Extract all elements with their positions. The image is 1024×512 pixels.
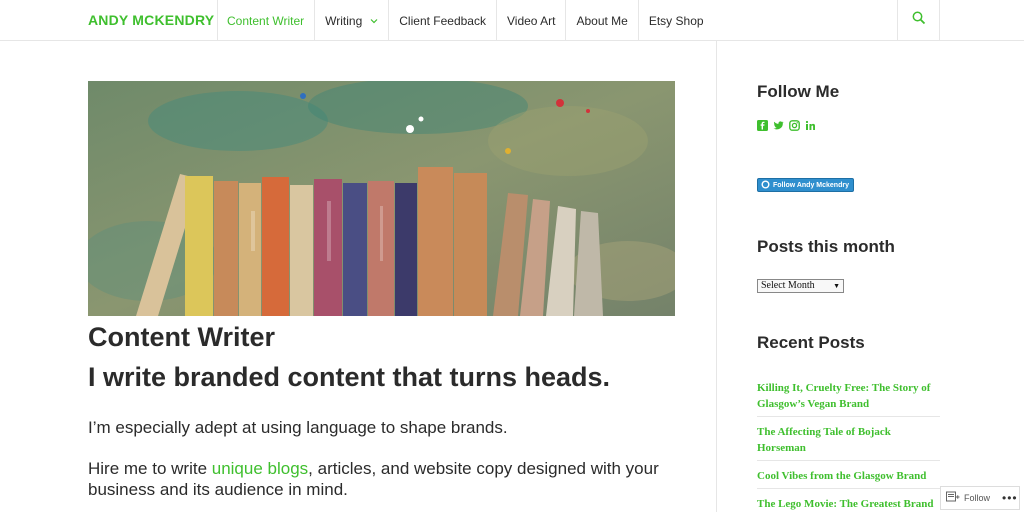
nav-item-content-writer[interactable]: Content Writer bbox=[217, 0, 316, 41]
page-title: Content Writer bbox=[88, 322, 275, 352]
follow-blog-button[interactable]: Follow Andy Mckendry bbox=[757, 178, 854, 192]
intro-paragraph: I’m especially adept at using language t… bbox=[88, 418, 508, 437]
more-options-icon[interactable]: ••• bbox=[1002, 491, 1018, 505]
hire-paragraph: Hire me to write unique blogs, articles,… bbox=[88, 458, 688, 500]
floating-follow-button[interactable]: Follow ••• bbox=[940, 486, 1020, 510]
site-title[interactable]: ANDY MCKENDRY bbox=[88, 12, 214, 28]
reader-follow-icon bbox=[946, 491, 960, 505]
nav-item-etsy-shop[interactable]: Etsy Shop bbox=[639, 0, 714, 41]
instagram-icon[interactable] bbox=[789, 120, 800, 131]
social-links bbox=[757, 120, 816, 131]
nav-item-video-art[interactable]: Video Art bbox=[497, 0, 567, 41]
posts-this-month-title: Posts this month bbox=[757, 237, 895, 256]
recent-post-link[interactable]: Cool Vibes from the Glasgow Brand bbox=[757, 466, 940, 489]
follow-badge-label: Follow Andy Mckendry bbox=[773, 181, 849, 189]
follow-label: Follow bbox=[964, 493, 991, 503]
recent-post-link[interactable]: The Affecting Tale of Bojack Horseman bbox=[757, 422, 940, 461]
chevron-down-icon bbox=[370, 17, 378, 25]
main-nav: Content Writer Writing Client Feedback V… bbox=[217, 0, 714, 41]
archive-month-select[interactable]: Select Month ▼ bbox=[757, 279, 844, 293]
recent-posts-list: Killing It, Cruelty Free: The Story of G… bbox=[757, 378, 940, 512]
linkedin-icon[interactable] bbox=[805, 120, 816, 131]
unique-blogs-link[interactable]: unique blogs bbox=[212, 459, 308, 478]
sidebar-divider bbox=[716, 41, 717, 512]
nav-item-about-me[interactable]: About Me bbox=[566, 0, 639, 41]
recent-post-link[interactable]: The Lego Movie: The Greatest Brand bbox=[757, 494, 940, 512]
nav-item-client-feedback[interactable]: Client Feedback bbox=[389, 0, 497, 41]
twitter-icon[interactable] bbox=[773, 120, 784, 131]
chevron-down-icon: ▼ bbox=[833, 282, 840, 290]
nav-label: Etsy Shop bbox=[648, 13, 704, 28]
page-subtitle: I write branded content that turns heads… bbox=[88, 362, 611, 392]
wordpress-icon bbox=[761, 180, 770, 191]
nav-label: Content Writer bbox=[227, 13, 305, 28]
recent-posts-title: Recent Posts bbox=[757, 333, 865, 352]
site-header: ANDY MCKENDRY Content Writer Writing Cli… bbox=[0, 0, 1024, 41]
nav-label: Writing bbox=[325, 13, 363, 28]
nav-item-writing[interactable]: Writing bbox=[315, 0, 390, 41]
hire-text-prefix: Hire me to write bbox=[88, 459, 212, 478]
featured-image-books bbox=[88, 81, 675, 316]
nav-label: Client Feedback bbox=[399, 13, 486, 28]
select-value: Select Month bbox=[761, 280, 815, 291]
facebook-icon[interactable] bbox=[757, 120, 768, 131]
nav-label: About Me bbox=[576, 13, 628, 28]
nav-label: Video Art bbox=[506, 13, 556, 28]
search-button[interactable] bbox=[897, 0, 940, 41]
search-icon bbox=[912, 11, 926, 30]
follow-me-title: Follow Me bbox=[757, 82, 840, 101]
recent-post-link[interactable]: Killing It, Cruelty Free: The Story of G… bbox=[757, 378, 940, 417]
